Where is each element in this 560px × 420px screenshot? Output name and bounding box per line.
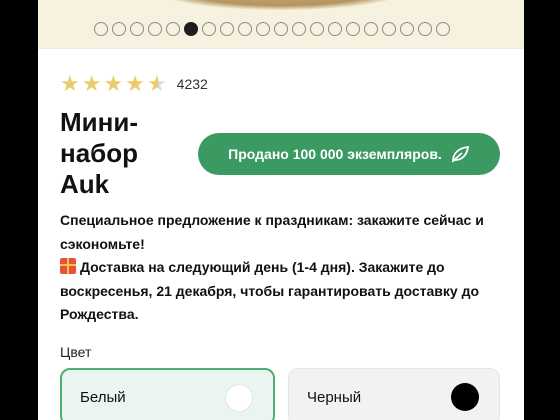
white-swatch-circle: [225, 384, 253, 412]
carousel-dot[interactable]: [346, 22, 360, 36]
carousel-dot[interactable]: [130, 22, 144, 36]
product-title: Мини-набор Auk: [60, 107, 138, 199]
divider: [38, 48, 524, 66]
carousel-dot[interactable]: [274, 22, 288, 36]
carousel-dots: [94, 22, 450, 36]
review-count[interactable]: 4232: [177, 76, 208, 92]
carousel-dot[interactable]: [436, 22, 450, 36]
promo-text: Специальное предложение к праздникам: за…: [60, 209, 510, 327]
sold-count-label: Продано 100 000 экземпляров.: [228, 146, 442, 162]
carousel-dot[interactable]: [94, 22, 108, 36]
sold-count-badge: Продано 100 000 экземпляров.: [198, 133, 500, 175]
carousel-dot[interactable]: [238, 22, 252, 36]
color-option-label: Черный: [307, 388, 362, 406]
black-swatch-circle: [451, 383, 479, 411]
star-icon: ★: [125, 71, 145, 96]
carousel-dot[interactable]: [418, 22, 432, 36]
product-page: ★ ★ ★ ★ ★ 4232 Мини-набор Auk Продано 10…: [38, 0, 524, 420]
carousel-dot[interactable]: [202, 22, 216, 36]
carousel-dot[interactable]: [220, 22, 234, 36]
star-icon: ★: [60, 71, 80, 96]
leaf-icon: [451, 145, 469, 163]
carousel-dot[interactable]: [364, 22, 378, 36]
carousel-dot[interactable]: [382, 22, 396, 36]
product-image-carousel[interactable]: [38, 0, 524, 48]
carousel-dot[interactable]: [184, 22, 198, 36]
promo-line-delivery: Доставка на следующий день (1-4 дня). За…: [60, 256, 510, 327]
color-option-label: Белый: [80, 388, 126, 406]
carousel-dot[interactable]: [292, 22, 306, 36]
promo-line-offer: Специальное предложение к праздникам: за…: [60, 212, 484, 252]
carousel-dot[interactable]: [328, 22, 342, 36]
carousel-dot[interactable]: [148, 22, 162, 36]
color-label: Цвет: [60, 344, 92, 360]
carousel-dot[interactable]: [310, 22, 324, 36]
gift-icon: [60, 258, 76, 274]
carousel-dot[interactable]: [166, 22, 180, 36]
color-option-black[interactable]: Черный: [288, 368, 500, 420]
star-icon: ★: [81, 71, 102, 96]
carousel-dot[interactable]: [256, 22, 270, 36]
product-image: [156, 0, 406, 10]
star-icon: ★: [103, 71, 124, 96]
color-option-white[interactable]: Белый: [60, 368, 275, 420]
carousel-dot[interactable]: [112, 22, 126, 36]
rating[interactable]: ★ ★ ★ ★ ★ 4232: [60, 72, 208, 96]
half-star-icon: ★: [146, 71, 167, 96]
delivery-text: Доставка на следующий день (1-4 дня). За…: [60, 259, 480, 322]
carousel-dot[interactable]: [400, 22, 414, 36]
